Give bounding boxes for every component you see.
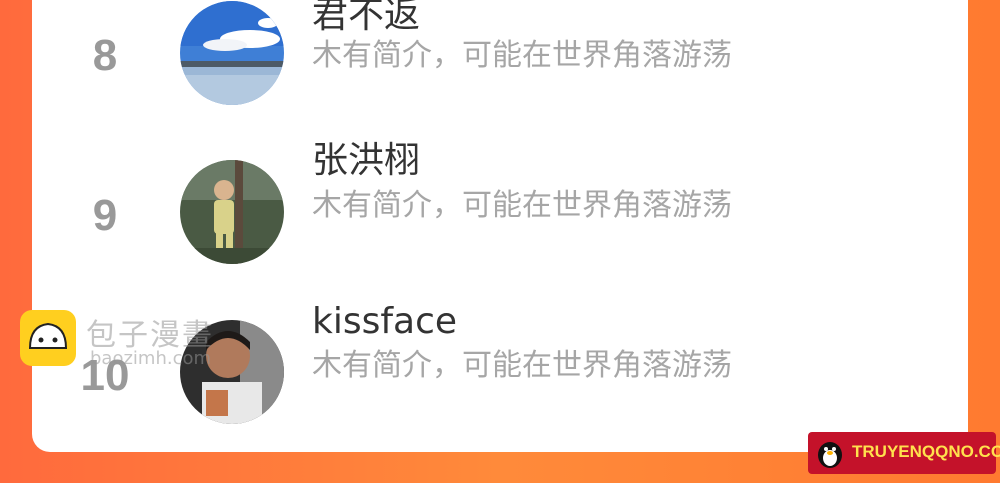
rank-number: 9 xyxy=(92,191,118,240)
watermark-text: TRUYENQQNO.COM xyxy=(852,442,1000,461)
child-photo-avatar-icon xyxy=(180,160,284,264)
list-item[interactable]: 8 君不返 木有简介，可能在世界角落游荡 xyxy=(32,0,968,108)
user-name[interactable]: 张洪栩 xyxy=(312,140,420,182)
avatar[interactable] xyxy=(180,160,284,264)
baozi-bun-icon xyxy=(20,310,76,366)
user-intro: 木有简介，可能在世界角落游荡 xyxy=(312,188,732,223)
ranking-card: 8 君不返 木有简介，可能在世界角落游荡 9 张洪栩 木有简介，可能在世界角落游… xyxy=(32,0,968,452)
user-name[interactable]: kissface xyxy=(312,301,457,343)
list-item[interactable]: 9 张洪栩 木有简介，可能在世界角落游荡 xyxy=(32,140,968,268)
baozi-watermark: 包子漫畫 baozimh.com xyxy=(20,308,220,378)
user-intro: 木有简介，可能在世界角落游荡 xyxy=(312,38,732,73)
rank-number: 8 xyxy=(92,31,118,80)
truyenqq-watermark: TRUYENQQNO.COM xyxy=(808,432,1000,474)
avatar[interactable] xyxy=(180,1,284,105)
user-intro: 木有简介，可能在世界角落游荡 xyxy=(312,348,732,383)
watermark-domain: baozimh.com xyxy=(90,348,212,369)
lake-sky-avatar-icon xyxy=(180,1,284,105)
penguin-icon xyxy=(814,437,846,473)
user-name[interactable]: 君不返 xyxy=(312,0,420,37)
